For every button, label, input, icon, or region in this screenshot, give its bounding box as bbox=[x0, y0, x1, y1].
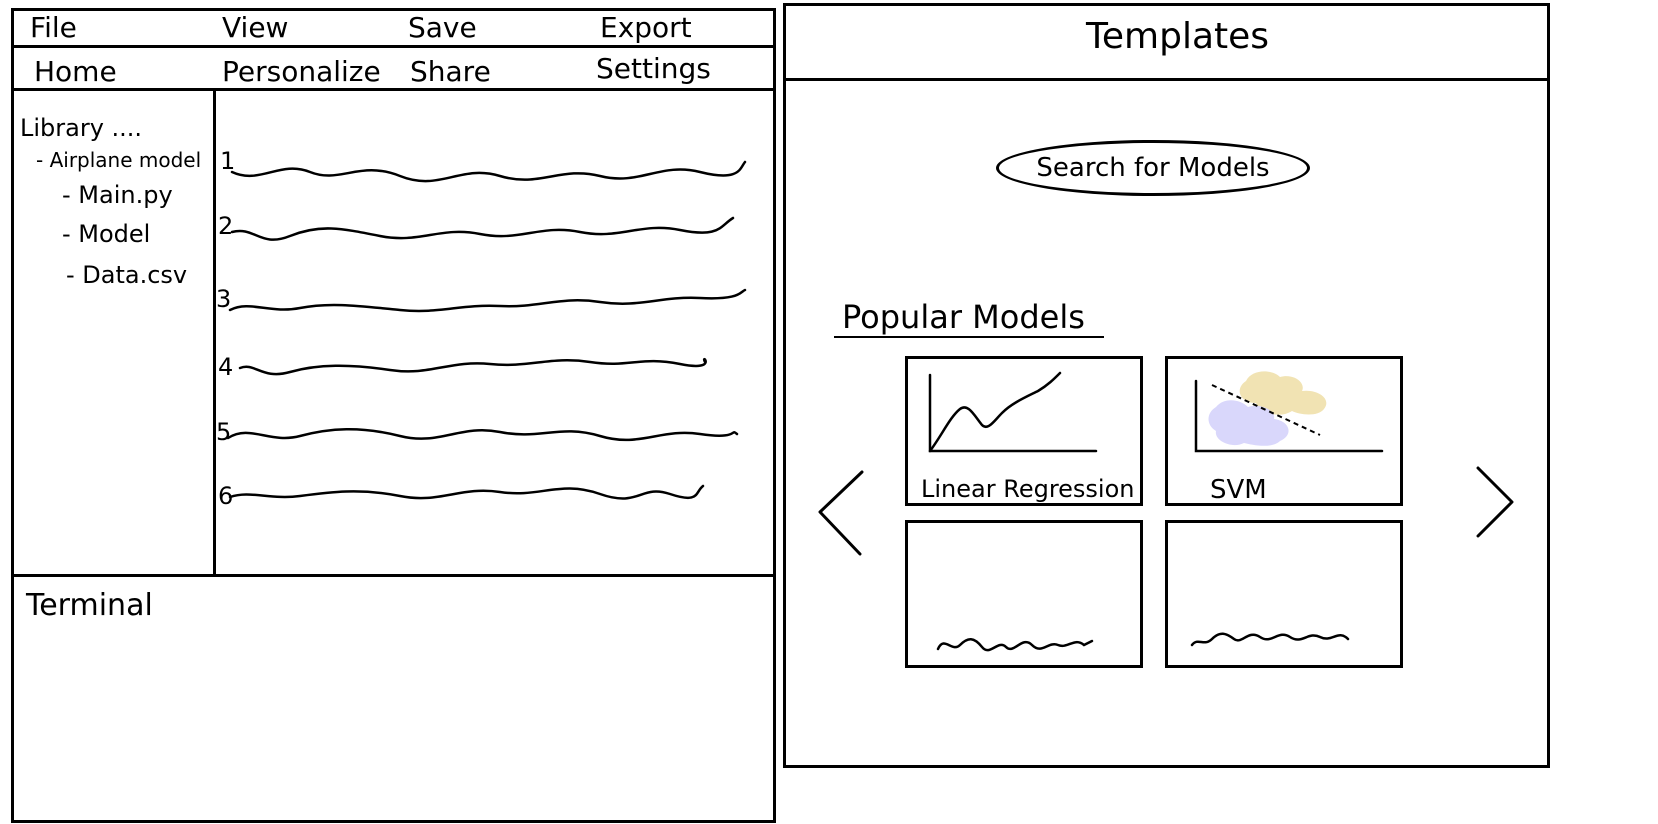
toolbar-divider bbox=[11, 88, 776, 91]
model-card-linear-regression[interactable]: Linear Regression bbox=[905, 356, 1143, 506]
tab-personalize[interactable]: Personalize bbox=[222, 58, 381, 86]
tree-item-airplane-model[interactable]: - Airplane model bbox=[36, 150, 201, 170]
line-number-4: 4 bbox=[218, 353, 234, 381]
menu-view[interactable]: View bbox=[222, 14, 288, 42]
tree-item-data-csv[interactable]: - Data.csv bbox=[66, 263, 187, 287]
menu-export[interactable]: Export bbox=[600, 14, 692, 42]
scribble-icon bbox=[1190, 632, 1350, 647]
chevron-left-icon bbox=[818, 470, 864, 556]
line-number-3: 3 bbox=[216, 285, 232, 313]
line-number-2: 2 bbox=[218, 212, 234, 240]
scatter-clusters-icon bbox=[1194, 371, 1384, 453]
model-card-label: Linear Regression bbox=[921, 475, 1135, 503]
terminal-panel[interactable]: Terminal bbox=[14, 578, 772, 818]
carousel-next-button[interactable] bbox=[1474, 464, 1524, 544]
tree-item-main-py[interactable]: - Main.py bbox=[62, 183, 173, 207]
menubar-divider bbox=[11, 45, 776, 48]
tab-home[interactable]: Home bbox=[34, 58, 117, 86]
line-number-6: 6 bbox=[218, 482, 234, 510]
line-number-5: 5 bbox=[216, 418, 232, 446]
model-card-placeholder-2[interactable] bbox=[1165, 520, 1403, 668]
line-number-1: 1 bbox=[220, 147, 236, 175]
model-card-label: SVM bbox=[1210, 475, 1267, 505]
templates-title: Templates bbox=[1086, 16, 1270, 57]
search-models-placeholder: Search for Models bbox=[1036, 153, 1270, 183]
tab-share[interactable]: Share bbox=[410, 58, 491, 86]
tab-settings[interactable]: Settings bbox=[596, 55, 711, 83]
menu-save[interactable]: Save bbox=[408, 14, 477, 42]
terminal-divider bbox=[11, 574, 776, 577]
sidebar-divider bbox=[213, 88, 216, 576]
popular-models-heading: Popular Models bbox=[842, 298, 1085, 336]
menu-file[interactable]: File bbox=[30, 14, 77, 42]
library-title: Library .... bbox=[20, 114, 143, 142]
tree-item-model[interactable]: - Model bbox=[62, 222, 150, 246]
chevron-right-icon bbox=[1476, 466, 1514, 538]
carousel-prev-button[interactable] bbox=[814, 466, 874, 566]
popular-models-underline bbox=[834, 336, 1104, 338]
model-card-svm[interactable]: SVM bbox=[1165, 356, 1403, 506]
scribble-icon bbox=[936, 638, 1094, 652]
search-models-input[interactable]: Search for Models bbox=[996, 140, 1310, 196]
terminal-title: Terminal bbox=[26, 588, 153, 623]
model-card-placeholder-1[interactable] bbox=[905, 520, 1143, 668]
templates-header-divider bbox=[783, 78, 1550, 81]
